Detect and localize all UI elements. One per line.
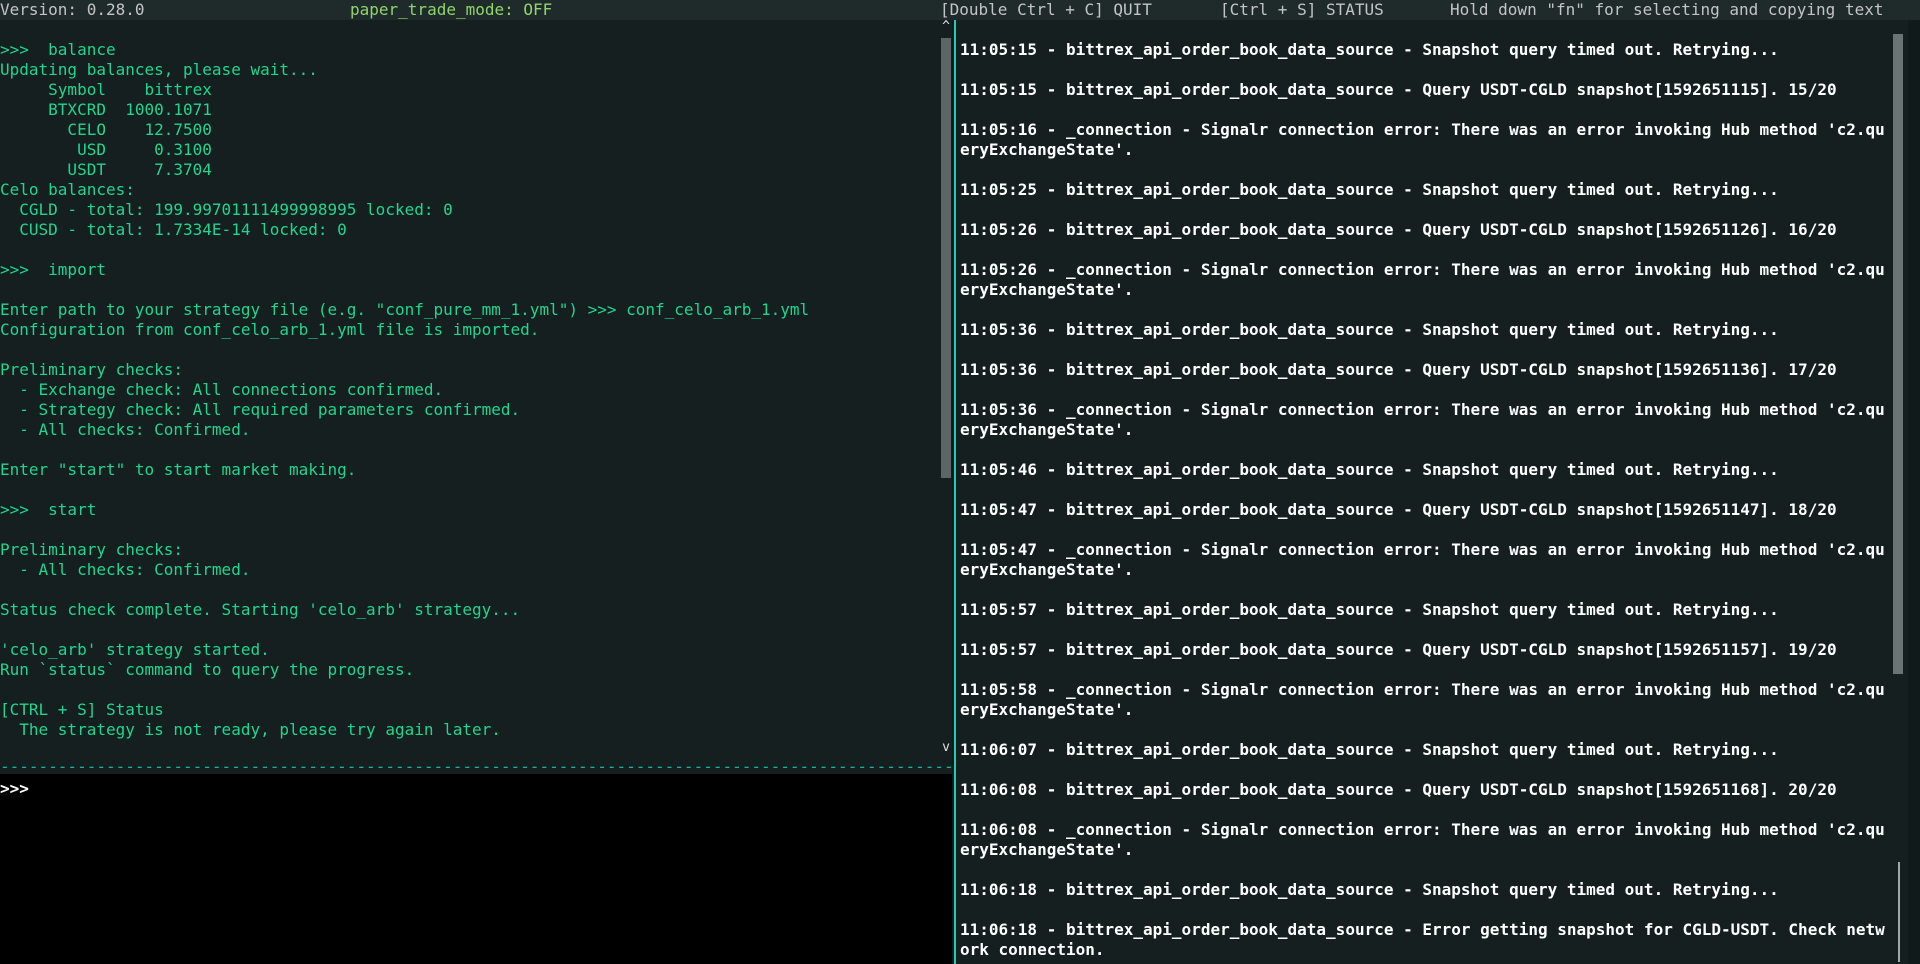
output-line: [0, 480, 809, 500]
output-line: BTXCRD 1000.1071: [0, 100, 212, 119]
status-hint: [Ctrl + S] STATUS: [1220, 0, 1384, 19]
scroll-down-arrow-icon[interactable]: v: [940, 738, 952, 758]
log-entry: 11:06:18 - bittrex_api_order_book_data_s…: [960, 880, 1779, 899]
log-entry: 11:06:18 - bittrex_api_order_book_data_s…: [960, 920, 1885, 959]
output-line: [0, 520, 809, 540]
log-scrollbar[interactable]: [1890, 20, 1908, 964]
log-entry: 11:05:26 - _connection - Signalr connect…: [960, 260, 1885, 299]
log-entry: 11:05:46 - bittrex_api_order_book_data_s…: [960, 460, 1779, 479]
output-line: Configuration from conf_celo_arb_1.yml f…: [0, 320, 540, 339]
log-entry: 11:05:58 - _connection - Signalr connect…: [960, 680, 1885, 719]
input-prompt: >>>: [0, 779, 29, 798]
output-line: [0, 280, 809, 300]
version-label: Version: 0.28.0: [0, 0, 145, 19]
log-entry: 11:06:08 - bittrex_api_order_book_data_s…: [960, 780, 1837, 799]
output-line: Enter "start" to start market making.: [0, 460, 357, 479]
top-status-bar: Version: 0.28.0 paper_trade_mode: OFF [D…: [0, 0, 1920, 20]
input-pane[interactable]: >>>: [0, 774, 952, 964]
log-entry: 11:05:36 - _connection - Signalr connect…: [960, 400, 1885, 439]
output-line: Celo balances:: [0, 180, 135, 199]
paper-trade-mode-label: paper_trade_mode: OFF: [350, 0, 553, 19]
scroll-up-arrow-icon[interactable]: ^: [940, 20, 952, 36]
output-line: [0, 340, 809, 360]
output-line: The strategy is not ready, please try ag…: [0, 720, 501, 739]
output-line: Enter path to your strategy file (e.g. "…: [0, 300, 810, 319]
output-line: CELO 12.7500: [0, 120, 212, 139]
log-entry: 11:05:57 - bittrex_api_order_book_data_s…: [960, 640, 1837, 659]
log-entry: 11:05:15 - bittrex_api_order_book_data_s…: [960, 80, 1837, 99]
log-pane[interactable]: 11:05:15 - bittrex_api_order_book_data_s…: [956, 20, 1890, 964]
output-line: Preliminary checks:: [0, 540, 184, 559]
log-entry: 11:05:36 - bittrex_api_order_book_data_s…: [960, 360, 1837, 379]
output-line: [0, 580, 809, 600]
output-line: >>> balance: [0, 40, 116, 59]
log-entry: 11:05:57 - bittrex_api_order_book_data_s…: [960, 600, 1779, 619]
output-line: >>> import: [0, 260, 106, 279]
hummingbot-terminal: Version: 0.28.0 paper_trade_mode: OFF [D…: [0, 0, 1920, 964]
log-entry: 11:05:36 - bittrex_api_order_book_data_s…: [960, 320, 1779, 339]
log-entry: 11:05:47 - _connection - Signalr connect…: [960, 540, 1885, 579]
copy-text-hint: Hold down "fn" for selecting and copying…: [1450, 0, 1884, 19]
output-line: [0, 240, 809, 260]
output-line: Symbol bittrex: [0, 80, 212, 99]
output-scrollbar[interactable]: ^ v: [940, 20, 952, 760]
log-entry: 11:05:16 - _connection - Signalr connect…: [960, 120, 1885, 159]
output-line: [CTRL + S] Status: [0, 700, 164, 719]
log-entry: 11:05:47 - bittrex_api_order_book_data_s…: [960, 500, 1837, 519]
output-line: [0, 440, 809, 460]
output-line: [0, 680, 809, 700]
output-line: Run `status` command to query the progre…: [0, 660, 415, 679]
quit-hint: [Double Ctrl + C] QUIT: [940, 0, 1152, 19]
output-line: USD 0.3100: [0, 140, 212, 159]
log-list: 11:05:15 - bittrex_api_order_book_data_s…: [960, 40, 1886, 964]
output-line: CGLD - total: 199.99701111499998995 lock…: [0, 200, 453, 219]
output-lines: >>> balance Updating balances, please wai…: [0, 40, 809, 740]
output-line: - All checks: Confirmed.: [0, 420, 251, 439]
output-line: 'celo_arb' strategy started.: [0, 640, 270, 659]
log-entry: 11:05:25 - bittrex_api_order_book_data_s…: [960, 180, 1779, 199]
output-line: - Exchange check: All connections confir…: [0, 380, 444, 399]
output-line: Updating balances, please wait...: [0, 60, 318, 79]
log-entry: 11:06:08 - _connection - Signalr connect…: [960, 820, 1885, 859]
command-input[interactable]: [40, 778, 920, 798]
output-line: Preliminary checks:: [0, 360, 184, 379]
log-scrollbar-thumb[interactable]: [1893, 34, 1903, 674]
log-scrollbar-handle[interactable]: [1898, 862, 1900, 962]
log-entry: 11:06:07 - bittrex_api_order_book_data_s…: [960, 740, 1779, 759]
output-line: [0, 620, 809, 640]
log-entry: 11:05:26 - bittrex_api_order_book_data_s…: [960, 220, 1837, 239]
output-line: Status check complete. Starting 'celo_ar…: [0, 600, 521, 619]
output-pane[interactable]: >>> balance Updating balances, please wai…: [0, 20, 940, 760]
log-entry: 11:05:15 - bittrex_api_order_book_data_s…: [960, 40, 1779, 59]
output-scrollbar-thumb[interactable]: [941, 38, 951, 478]
output-line: CUSD - total: 1.7334E-14 locked: 0: [0, 220, 347, 239]
output-line: - All checks: Confirmed.: [0, 560, 251, 579]
output-line: - Strategy check: All required parameter…: [0, 400, 521, 419]
output-line: >>> start: [0, 500, 97, 519]
output-line: USDT 7.3704: [0, 160, 212, 179]
input-divider: ----------------------------------------…: [0, 760, 952, 774]
